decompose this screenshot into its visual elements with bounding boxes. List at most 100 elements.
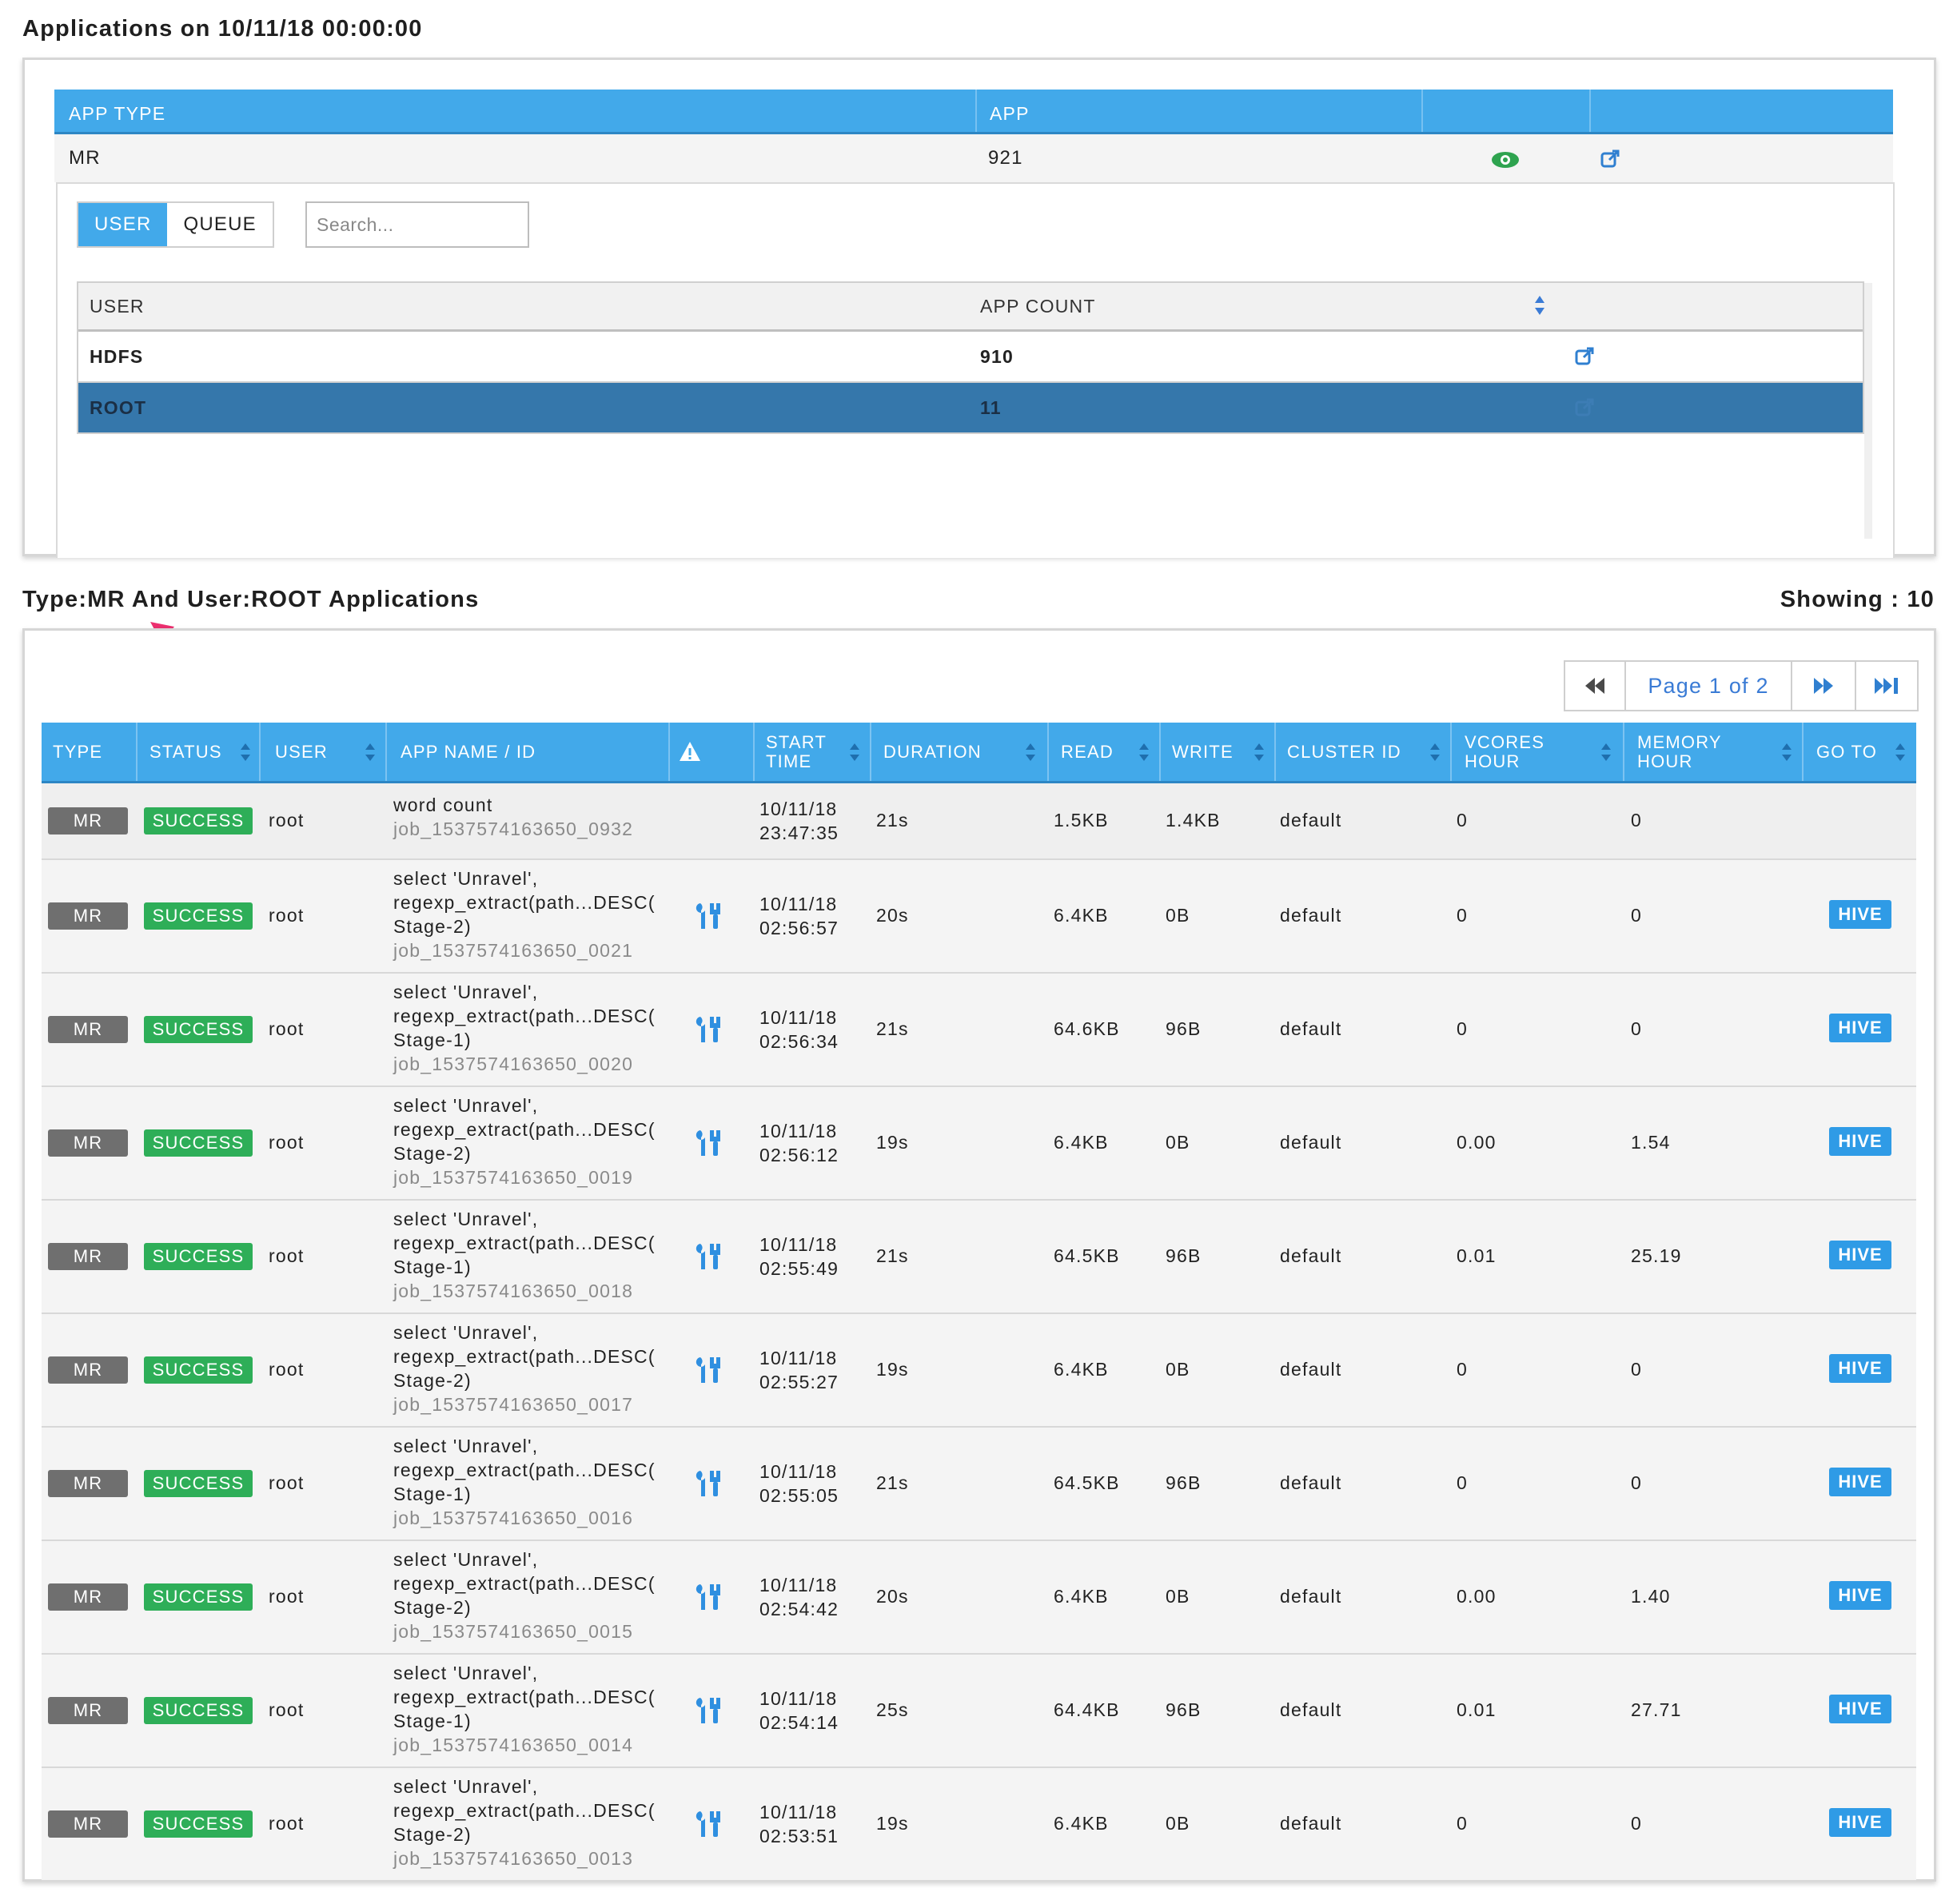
sort-icon[interactable]: [1025, 740, 1036, 764]
table-row[interactable]: MR SUCCESS root select 'Unravel', regexp_ex…: [42, 1314, 1916, 1428]
sort-icon[interactable]: [1781, 740, 1792, 764]
eye-icon[interactable]: [1490, 150, 1521, 169]
col-vcores-hour[interactable]: VCORES HOUR: [1465, 723, 1544, 781]
tab-queue[interactable]: QUEUE: [167, 203, 272, 246]
wrench-icon[interactable]: [694, 1127, 723, 1159]
scrollbar[interactable]: [1864, 283, 1872, 539]
hive-button[interactable]: HIVE: [1829, 1695, 1891, 1723]
app-name-cell[interactable]: select 'Unravel', regexp_extract(path...…: [393, 1434, 681, 1530]
app-name-cell[interactable]: select 'Unravel', regexp_extract(path...…: [393, 980, 681, 1076]
wrench-icon[interactable]: [694, 1354, 723, 1386]
col-go-to[interactable]: GO TO: [1816, 723, 1877, 781]
type-badge: MR: [48, 1243, 128, 1270]
app-id[interactable]: job_1537574163650_0017: [393, 1392, 681, 1416]
app-name[interactable]: select 'Unravel', regexp_extract(path...…: [393, 1320, 681, 1392]
wrench-icon[interactable]: [694, 1241, 723, 1273]
wrench-icon[interactable]: [694, 900, 723, 932]
app-id[interactable]: job_1537574163650_0013: [393, 1846, 681, 1870]
app-name-cell[interactable]: select 'Unravel', regexp_extract(path...…: [393, 1547, 681, 1643]
start-date: 10/11/18: [759, 1348, 838, 1368]
table-row[interactable]: MR SUCCESS root select 'Unravel', regexp_ex…: [42, 1201, 1916, 1314]
app-name[interactable]: select 'Unravel', regexp_extract(path...…: [393, 1775, 681, 1846]
col-type[interactable]: TYPE: [53, 723, 102, 781]
sort-icon[interactable]: [365, 740, 376, 764]
col-status[interactable]: STATUS: [149, 723, 222, 781]
table-row[interactable]: MR SUCCESS root select 'Unravel', regexp_ex…: [42, 1087, 1916, 1201]
memory-hour-cell: 1.54: [1631, 1132, 1671, 1153]
hive-button[interactable]: HIVE: [1829, 1241, 1891, 1269]
table-row[interactable]: MR SUCCESS root select 'Unravel', regexp_ex…: [42, 974, 1916, 1087]
external-link-icon[interactable]: [1575, 346, 1596, 367]
app-id[interactable]: job_1537574163650_0015: [393, 1619, 681, 1643]
app-id[interactable]: job_1537574163650_0014: [393, 1733, 681, 1757]
hive-button[interactable]: HIVE: [1829, 1808, 1891, 1837]
app-name[interactable]: select 'Unravel', regexp_extract(path...…: [393, 1547, 681, 1619]
user-table: USER APP COUNT HDFS 910 ROOT 11: [77, 281, 1864, 434]
app-name[interactable]: select 'Unravel', regexp_extract(path...…: [393, 1207, 681, 1279]
col-memory-hour[interactable]: MEMORY HOUR: [1637, 723, 1722, 781]
sort-icon[interactable]: [1138, 740, 1150, 764]
sort-icon[interactable]: [240, 740, 251, 764]
wrench-icon[interactable]: [694, 1014, 723, 1046]
user-row-hdfs[interactable]: HDFS 910: [78, 332, 1863, 383]
hive-button[interactable]: HIVE: [1829, 1468, 1891, 1496]
wrench-icon[interactable]: [694, 1581, 723, 1613]
app-id[interactable]: job_1537574163650_0019: [393, 1165, 681, 1189]
user-cell: root: [269, 1359, 305, 1380]
hive-button[interactable]: HIVE: [1829, 1127, 1891, 1156]
search-input[interactable]: [305, 201, 529, 248]
col-start-time[interactable]: START TIME: [766, 723, 827, 781]
app-name[interactable]: word count: [393, 793, 681, 817]
hive-button[interactable]: HIVE: [1829, 1354, 1891, 1383]
col-duration[interactable]: DURATION: [883, 723, 982, 781]
app-id[interactable]: job_1537574163650_0932: [393, 817, 681, 841]
app-name-cell[interactable]: select 'Unravel', regexp_extract(path...…: [393, 1093, 681, 1189]
app-name[interactable]: select 'Unravel', regexp_extract(path...…: [393, 1093, 681, 1165]
app-name-cell[interactable]: select 'Unravel', regexp_extract(path...…: [393, 1661, 681, 1757]
col-app-name[interactable]: APP NAME / ID: [401, 723, 536, 781]
external-link-icon[interactable]: [1575, 397, 1596, 418]
app-name-cell[interactable]: word count job_1537574163650_0932: [393, 793, 681, 841]
sort-icon[interactable]: [1533, 294, 1546, 317]
table-row[interactable]: MR SUCCESS root select 'Unravel', regexp_ex…: [42, 1428, 1916, 1541]
next-page-button[interactable]: [1792, 662, 1856, 710]
wrench-icon[interactable]: [694, 1808, 723, 1840]
col-read[interactable]: READ: [1061, 723, 1114, 781]
app-id[interactable]: job_1537574163650_0021: [393, 938, 681, 962]
table-row[interactable]: MR SUCCESS root word count job_1537574163650…: [42, 783, 1916, 860]
col-user[interactable]: USER: [275, 723, 328, 781]
app-name[interactable]: select 'Unravel', regexp_extract(path...…: [393, 1434, 681, 1506]
last-page-button[interactable]: [1856, 662, 1917, 710]
app-id[interactable]: job_1537574163650_0016: [393, 1506, 681, 1530]
table-row[interactable]: MR SUCCESS root select 'Unravel', regexp_ex…: [42, 1541, 1916, 1655]
app-name-cell[interactable]: select 'Unravel', regexp_extract(path...…: [393, 866, 681, 962]
user-row-root[interactable]: ROOT 11: [78, 383, 1863, 432]
app-type-row[interactable]: MR 921: [54, 134, 1893, 182]
wrench-icon[interactable]: [694, 1695, 723, 1727]
app-name[interactable]: select 'Unravel', regexp_extract(path...…: [393, 980, 681, 1052]
app-name[interactable]: select 'Unravel', regexp_extract(path...…: [393, 1661, 681, 1733]
first-page-button[interactable]: [1565, 662, 1626, 710]
sort-icon[interactable]: [1254, 740, 1265, 764]
hive-button[interactable]: HIVE: [1829, 1581, 1891, 1610]
tab-user[interactable]: USER: [78, 203, 168, 246]
app-name[interactable]: select 'Unravel', regexp_extract(path...…: [393, 866, 681, 938]
sort-icon[interactable]: [1895, 740, 1906, 764]
external-link-icon[interactable]: [1600, 149, 1621, 169]
app-id[interactable]: job_1537574163650_0018: [393, 1279, 681, 1303]
table-row[interactable]: MR SUCCESS root select 'Unravel', regexp_ex…: [42, 860, 1916, 974]
app-name-cell[interactable]: select 'Unravel', regexp_extract(path...…: [393, 1775, 681, 1870]
app-name-cell[interactable]: select 'Unravel', regexp_extract(path...…: [393, 1320, 681, 1416]
sort-icon[interactable]: [1429, 740, 1441, 764]
app-id[interactable]: job_1537574163650_0020: [393, 1052, 681, 1076]
wrench-icon[interactable]: [694, 1468, 723, 1500]
hive-button[interactable]: HIVE: [1829, 900, 1891, 929]
sort-icon[interactable]: [1600, 740, 1612, 764]
col-cluster-id[interactable]: CLUSTER ID: [1287, 723, 1401, 781]
sort-icon[interactable]: [849, 740, 860, 764]
col-write[interactable]: WRITE: [1172, 723, 1234, 781]
app-name-cell[interactable]: select 'Unravel', regexp_extract(path...…: [393, 1207, 681, 1303]
hive-button[interactable]: HIVE: [1829, 1014, 1891, 1042]
table-row[interactable]: MR SUCCESS root select 'Unravel', regexp_ex…: [42, 1655, 1916, 1768]
table-row[interactable]: MR SUCCESS root select 'Unravel', regexp_ex…: [42, 1768, 1916, 1882]
